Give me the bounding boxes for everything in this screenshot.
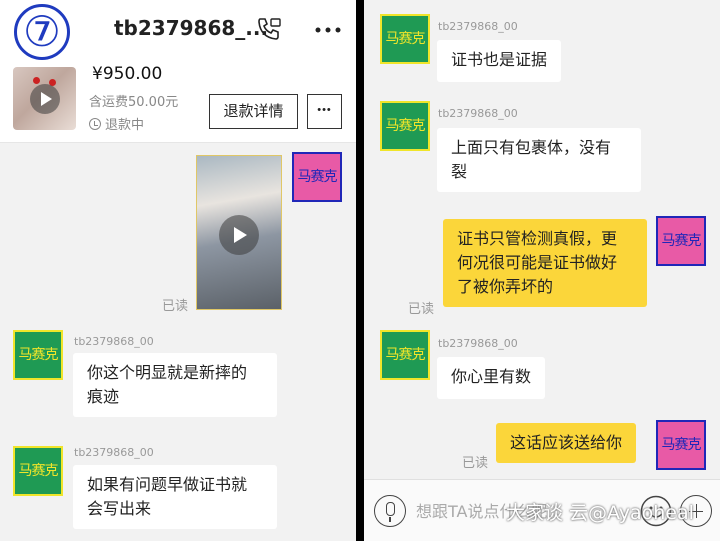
buyer-avatar[interactable]: 马赛克 [380,101,430,151]
buyer-avatar[interactable]: 马赛克 [13,330,63,380]
buyer-message-bubble: 你心里有数 [437,357,546,399]
read-receipt: 已读 [162,299,189,314]
message-line: 这话应该送给你 [510,433,623,452]
message-line: 裂 [451,162,468,181]
chat-header: ⑦ tb2379868_... ¥950.00 含运费50.00元 退款中 退款… [0,0,356,143]
refund-status-label: 退款中 [105,118,145,133]
seller-message-bubble: 这话应该送给你 [496,423,637,463]
buyer-message-bubble: 你这个明显就是新摔的 痕迹 [73,353,277,417]
buyer-username: tb2379868_00 [438,337,518,350]
message-line: 何况很可能是证书做好 [457,253,618,272]
phone-icon[interactable] [255,15,283,43]
buyer-message-bubble: 证书也是证据 [437,40,562,82]
message-line: 如果有问题早做证书就 [87,475,248,494]
order-more-button[interactable] [307,94,342,129]
seller-avatar[interactable]: 马赛克 [292,152,342,202]
message-input[interactable] [416,495,636,527]
left-chat-screenshot: ⑦ tb2379868_... ¥950.00 含运费50.00元 退款中 退款… [0,0,356,541]
shipping-fee: 含运费50.00元 [89,95,179,110]
refund-details-button[interactable]: 退款详情 [209,94,298,129]
buyer-avatar[interactable]: 马赛克 [380,14,430,64]
chat-title[interactable]: tb2379868_... [114,16,268,40]
emoji-icon[interactable] [640,495,672,527]
buyer-username: tb2379868_00 [74,446,154,459]
seller-avatar[interactable]: 马赛克 [656,216,706,266]
message-line: 了被你弄坏的 [457,277,554,296]
message-line: 会写出来 [87,499,152,518]
more-options-icon[interactable] [314,26,342,34]
buyer-username: tb2379868_00 [438,107,518,120]
seller-avatar[interactable]: 马赛克 [656,420,706,470]
read-receipt: 已读 [408,302,435,317]
order-price: ¥950.00 [92,64,163,84]
product-thumbnail[interactable] [13,67,76,130]
buyer-avatar[interactable]: 马赛克 [380,330,430,380]
refund-status: 退款中 [89,114,144,133]
play-icon [219,215,259,255]
buyer-avatar[interactable]: 马赛克 [13,446,63,496]
message-line: 你心里有数 [451,367,532,386]
seller-message-bubble: 证书只管检测真假，更 何况很可能是证书做好 了被你弄坏的 [443,219,647,307]
annotation-number: ⑦ [14,4,70,60]
buyer-message-bubble: 如果有问题早做证书就 会写出来 [73,465,277,529]
message-line: 证书也是证据 [451,50,548,69]
play-icon [30,84,60,114]
right-chat-screenshot: 马赛克 tb2379868_00 证书也是证据 马赛克 tb2379868_00… [364,0,720,541]
video-message[interactable] [196,155,282,310]
message-line: 你这个明显就是新摔的 [87,363,248,382]
read-receipt: 已读 [462,456,489,471]
message-line: 痕迹 [87,387,120,406]
microphone-icon[interactable] [374,495,406,527]
message-line: 证书只管检测真假，更 [457,229,618,248]
clock-icon [89,118,101,130]
buyer-username: tb2379868_00 [438,20,518,33]
message-line: 上面只有包裹体，没有 [451,138,612,157]
add-attachment-icon[interactable] [680,495,712,527]
buyer-username: tb2379868_00 [74,335,154,348]
message-input-bar [364,479,720,541]
buyer-message-bubble: 上面只有包裹体，没有 裂 [437,128,641,192]
